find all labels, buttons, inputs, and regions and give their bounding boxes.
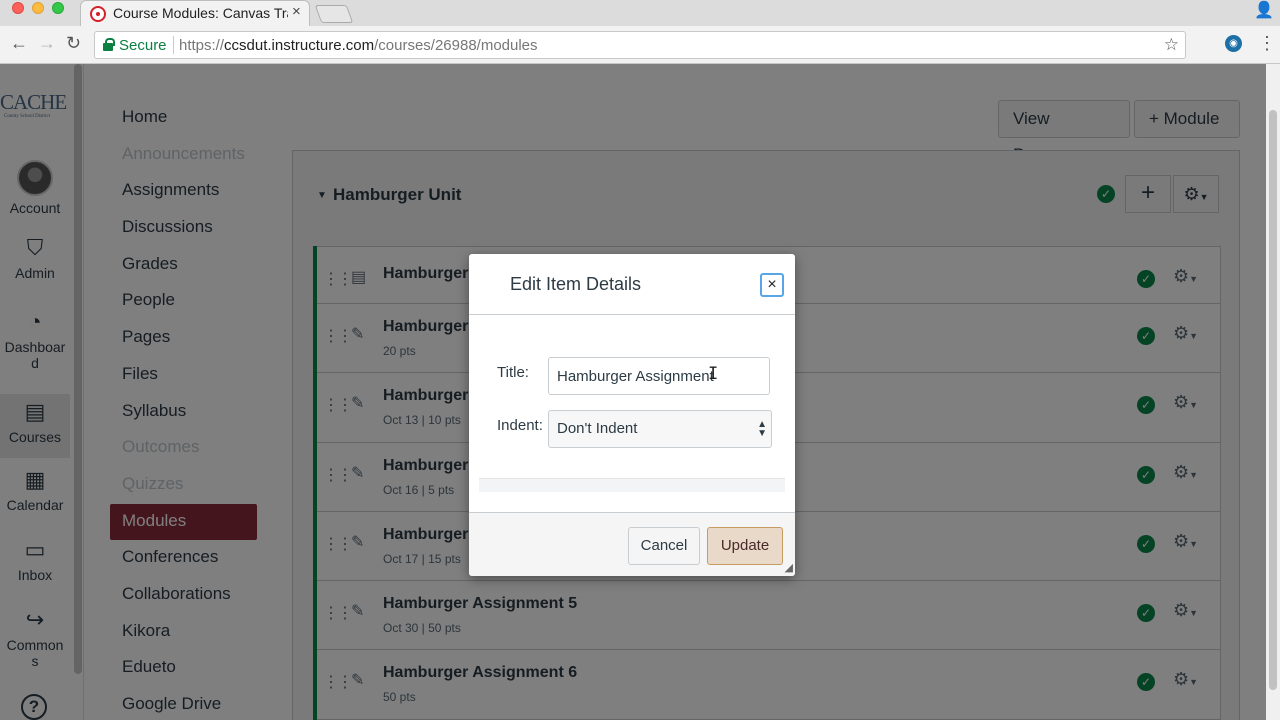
indent-select-value: Don't Indent xyxy=(557,420,638,437)
close-icon[interactable]: × xyxy=(760,273,784,297)
url-text: https://ccsdut.instructure.com/courses/2… xyxy=(179,37,538,54)
new-tab-button[interactable] xyxy=(314,5,354,23)
canvas-favicon-icon xyxy=(90,6,106,22)
select-arrows-icon: ▲ ▼ xyxy=(757,419,767,439)
title-input[interactable] xyxy=(548,357,770,395)
window-maximize-button[interactable] xyxy=(52,2,64,14)
update-button[interactable]: Update xyxy=(707,527,783,565)
browser-tab[interactable]: Course Modules: Canvas Training × xyxy=(80,0,310,26)
dialog-title: Edit Item Details xyxy=(510,274,642,294)
edit-item-dialog: Edit Item Details × Title: I Indent: Don… xyxy=(469,254,795,576)
address-separator xyxy=(173,36,174,54)
page-scrollbar[interactable] xyxy=(1266,64,1280,720)
page-scrollbar-thumb[interactable] xyxy=(1269,110,1277,690)
profile-icon[interactable]: 👤 xyxy=(1254,0,1274,20)
address-bar[interactable]: Secure https://ccsdut.instructure.com/co… xyxy=(94,31,1186,59)
dialog-footer: Cancel Update ◢ xyxy=(469,512,795,576)
forward-arrow-icon[interactable]: → xyxy=(38,33,56,54)
window-minimize-button[interactable] xyxy=(32,2,44,14)
browser-menu-icon[interactable]: ⋮ xyxy=(1258,33,1276,54)
text-cursor-icon: I xyxy=(708,364,719,384)
bookmark-star-icon[interactable]: ☆ xyxy=(1164,35,1179,55)
title-label: Title: xyxy=(497,364,529,381)
browser-tab-bar: Course Modules: Canvas Training × 👤 xyxy=(0,0,1280,26)
browser-toolbar: ← → ↻ Secure https://ccsdut.instructure.… xyxy=(0,26,1280,64)
window-close-button[interactable] xyxy=(12,2,24,14)
back-arrow-icon[interactable]: ← xyxy=(10,33,28,54)
extension-icon[interactable]: ◉ xyxy=(1225,35,1242,52)
dialog-divider xyxy=(469,314,795,315)
resize-handle-icon[interactable]: ◢ xyxy=(785,561,793,574)
url-host: ccsdut.instructure.com xyxy=(224,37,375,54)
tab-close-icon[interactable]: × xyxy=(292,3,301,20)
url-scheme: https:// xyxy=(179,37,225,54)
secure-label: Secure xyxy=(119,37,167,54)
lock-icon xyxy=(103,38,115,51)
dialog-content-bar xyxy=(479,478,785,492)
url-path: /courses/26988/modules xyxy=(374,37,538,54)
indent-select[interactable]: Don't Indent ▲ ▼ xyxy=(548,410,772,448)
indent-label: Indent: xyxy=(497,417,543,434)
browser-tab-title: Course Modules: Canvas Training xyxy=(113,5,288,21)
cancel-button[interactable]: Cancel xyxy=(628,527,700,565)
reload-icon[interactable]: ↻ xyxy=(66,33,81,54)
